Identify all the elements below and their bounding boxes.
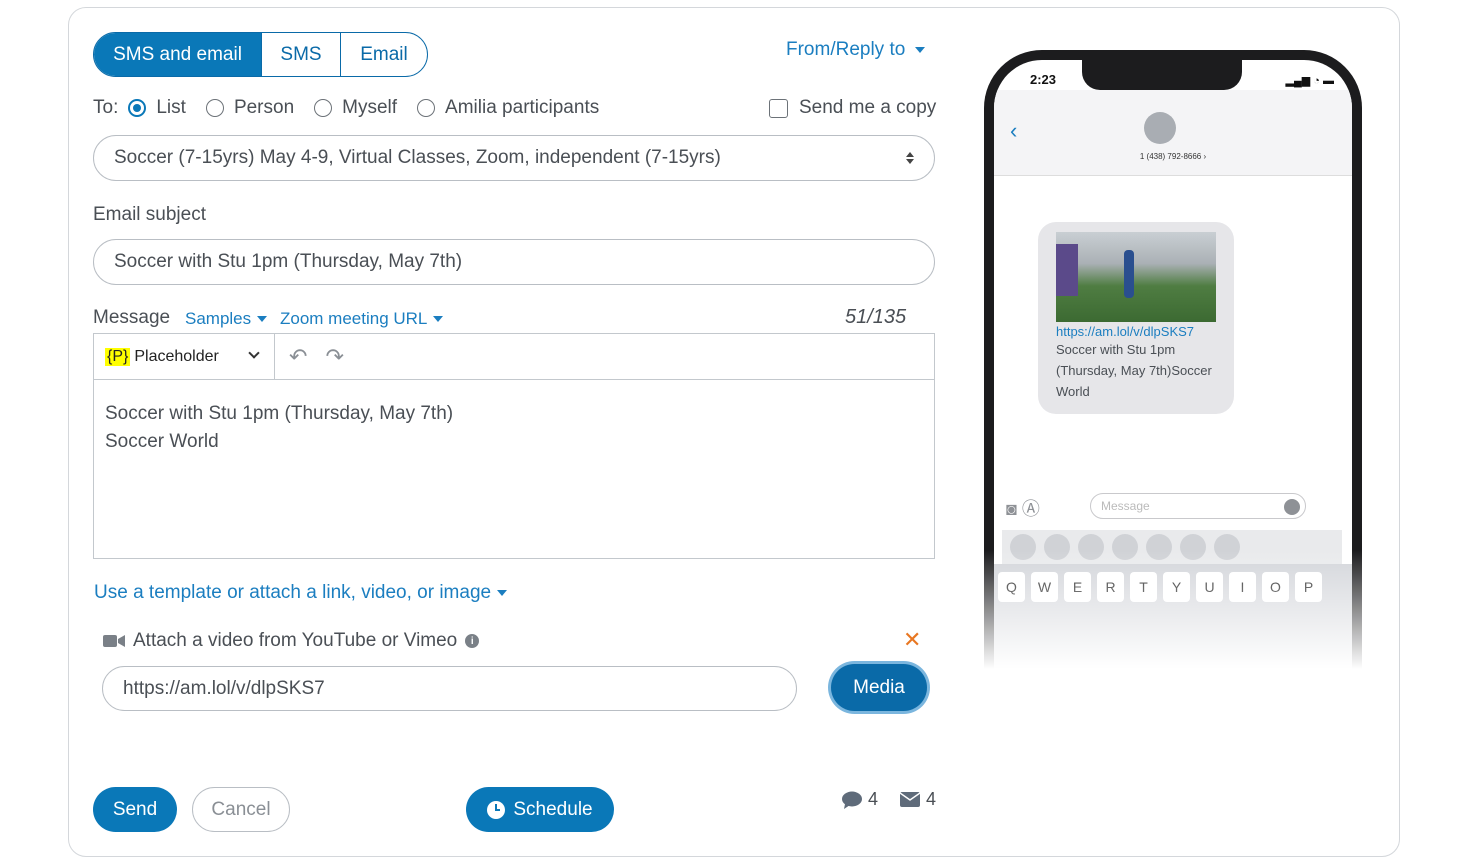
bubble-text: Soccer with Stu 1pm (Thursday, May 7th)S…: [1056, 342, 1212, 399]
message-header: ‹ 1 (438) 792-8666 ›: [994, 90, 1352, 176]
placeholder-dropdown[interactable]: {P} Placeholder: [94, 334, 275, 379]
send-copy-checkbox[interactable]: [769, 98, 788, 118]
zoom-url-dropdown[interactable]: Zoom meeting URL: [280, 309, 444, 329]
caret-down-icon: [497, 590, 508, 596]
back-icon: ‹: [1010, 118, 1018, 143]
redo-icon[interactable]: ↷: [325, 344, 343, 370]
undo-icon[interactable]: ↶: [289, 344, 307, 370]
avatar: [1144, 112, 1176, 144]
video-url-value: https://am.lol/v/dlpSKS7: [123, 677, 325, 699]
phone-input-placeholder: Message: [1101, 499, 1150, 513]
template-attach-label: Use a template or attach a link, video, …: [94, 582, 492, 603]
cancel-button[interactable]: Cancel: [192, 787, 290, 832]
radio-list-label: List: [156, 97, 186, 118]
list-select[interactable]: Soccer (7-15yrs) May 4-9, Virtual Classe…: [93, 135, 935, 181]
template-attach-dropdown[interactable]: Use a template or attach a link, video, …: [94, 582, 508, 604]
chevron-down-icon: [248, 347, 260, 359]
placeholder-label: Placeholder: [134, 347, 219, 365]
char-counter: 51/135: [845, 306, 907, 328]
radio-person-label: Person: [233, 97, 295, 118]
attach-video-label: Attach a video from YouTube or Vimeo: [133, 630, 458, 651]
placeholder-tag: {P}: [105, 347, 131, 366]
select-arrows-icon: [906, 152, 914, 164]
media-button[interactable]: Media: [831, 664, 927, 711]
from-reply-dropdown[interactable]: From/Reply to: [786, 39, 926, 61]
message-editor[interactable]: {P} Placeholder ↶ ↷ Soccer with Stu 1pm …: [93, 333, 935, 559]
recipient-counts: 4 4: [842, 789, 936, 810]
schedule-button[interactable]: Schedule: [466, 787, 614, 832]
email-subject-input[interactable]: Soccer with Stu 1pm (Thursday, May 7th): [93, 239, 935, 285]
tab-email[interactable]: Email: [340, 33, 427, 76]
from-reply-label: From/Reply to: [786, 39, 906, 60]
list-select-value: Soccer (7-15yrs) May 4-9, Virtual Classe…: [114, 147, 721, 168]
tab-sms[interactable]: SMS: [261, 33, 340, 76]
tab-sms-and-email[interactable]: SMS and email: [94, 33, 261, 76]
to-label: To:: [93, 97, 119, 118]
editor-toolbar: {P} Placeholder ↶ ↷: [94, 334, 934, 380]
radio-amilia[interactable]: [417, 99, 436, 117]
zoom-url-label: Zoom meeting URL: [280, 309, 428, 328]
samples-dropdown[interactable]: Samples: [185, 309, 268, 329]
video-thumbnail: [1056, 232, 1216, 322]
message-body[interactable]: Soccer with Stu 1pm (Thursday, May 7th) …: [94, 380, 934, 476]
message-label: Message: [93, 307, 171, 328]
info-icon[interactable]: i: [465, 634, 480, 648]
send-copy-label: Send me a copy: [799, 97, 937, 118]
clock-icon: [487, 800, 506, 819]
close-icon[interactable]: ✕: [903, 627, 921, 653]
video-url-input[interactable]: https://am.lol/v/dlpSKS7: [102, 666, 797, 711]
send-button[interactable]: Send: [93, 787, 177, 832]
camera-icon: ◙ Ⓐ: [1006, 499, 1040, 519]
radio-person[interactable]: [205, 99, 224, 117]
phone-time: 2:23: [1030, 72, 1057, 87]
video-camera-icon: [103, 635, 125, 647]
phone-message-input: Message: [1090, 493, 1306, 519]
message-line: Soccer with Stu 1pm (Thursday, May 7th): [105, 403, 454, 424]
radio-amilia-label: Amilia participants: [445, 97, 600, 118]
channel-tabs: SMS and email SMS Email: [93, 32, 428, 77]
send-copy-option[interactable]: Send me a copy: [769, 97, 936, 119]
envelope-icon: [900, 792, 921, 807]
phone-notch: [1082, 60, 1242, 90]
radio-myself-label: Myself: [342, 97, 398, 118]
caret-down-icon: [915, 47, 926, 53]
caret-down-icon: [433, 316, 444, 322]
caret-down-icon: [257, 316, 268, 322]
sms-icon: [842, 791, 862, 809]
message-line: Soccer World: [105, 431, 219, 452]
preview-fade: [950, 550, 1380, 690]
schedule-label: Schedule: [513, 798, 593, 820]
radio-myself[interactable]: [314, 99, 333, 117]
recipient-type: To: List Person Myself Amilia participan…: [93, 97, 609, 119]
contact-number: 1 (438) 792-8666 ›: [1139, 152, 1207, 161]
email-count: 4: [926, 789, 937, 809]
mic-icon: [1284, 499, 1300, 515]
bubble-link: https://am.lol/v/dlpSKS7: [1056, 324, 1195, 339]
radio-list[interactable]: [128, 99, 147, 117]
message-bubble: https://am.lol/v/dlpSKS7 Soccer with Stu…: [1038, 222, 1234, 414]
phone-preview: 2:23 ▂▄▆ ◔ ▬ ‹ 1 (438) 792-8666 › https:…: [950, 30, 1380, 690]
samples-label: Samples: [185, 309, 252, 328]
status-icons: ▂▄▆ ◔ ▬: [1285, 75, 1334, 87]
email-subject-label: Email subject: [93, 204, 206, 225]
email-subject-value: Soccer with Stu 1pm (Thursday, May 7th): [114, 251, 463, 272]
attach-video-header: Attach a video from YouTube or Vimeo i: [103, 630, 480, 652]
sms-count: 4: [868, 789, 879, 809]
